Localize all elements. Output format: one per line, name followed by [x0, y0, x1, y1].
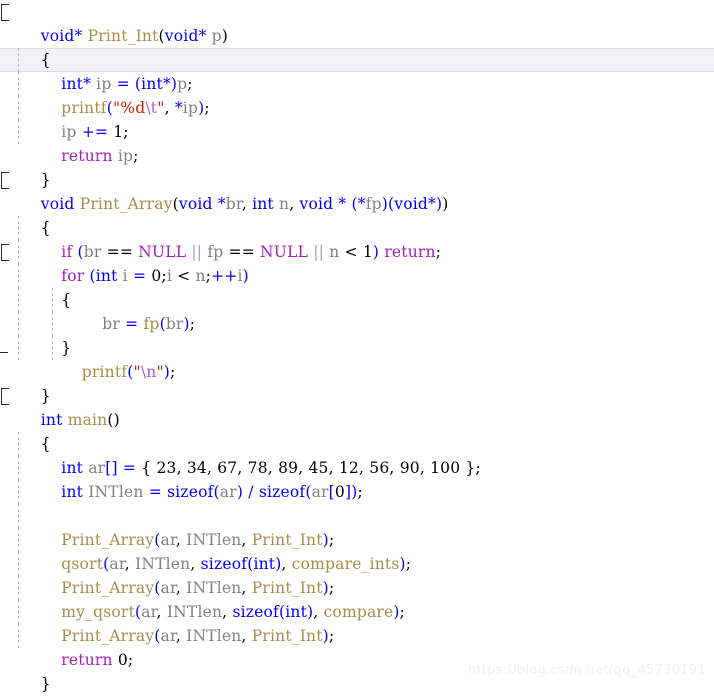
indent-guide: [18, 288, 19, 312]
indent-guide: [18, 216, 19, 240]
code-line[interactable]: {: [0, 24, 714, 69]
watermark-text: https://blog.csdn.net/qq_45730191: [467, 663, 706, 678]
code-line[interactable]: qsort(ar, INTlen, sizeof(int), compare_i…: [0, 528, 714, 573]
fold-marker-icon[interactable]: [0, 340, 9, 356]
code-line[interactable]: int main(): [0, 384, 714, 429]
fold-marker-icon[interactable]: [0, 172, 9, 189]
indent-guide: [18, 96, 19, 120]
indent-guide: [18, 456, 19, 480]
code-line[interactable]: ip += 1;: [0, 96, 714, 141]
code-line[interactable]: my_qsort(ar, INTlen, sizeof(int), compar…: [0, 576, 714, 621]
indent-guide: [52, 288, 53, 312]
indent-guide: [18, 528, 19, 552]
indent-guide: [18, 504, 19, 528]
code-line[interactable]: int INTlen = sizeof(ar) / sizeof(ar[0]);: [0, 456, 714, 501]
code-line[interactable]: {: [0, 408, 714, 453]
code-line[interactable]: {: [0, 192, 714, 237]
code-editor[interactable]: void* Print_Int(void* p) { int* ip = (in…: [0, 0, 714, 696]
indent-guide: [18, 624, 19, 648]
indent-guide: [52, 336, 53, 360]
code-line[interactable]: int* ip = (int*)p;: [0, 48, 714, 93]
code-line[interactable]: int ar[] = { 23, 34, 67, 78, 89, 45, 12,…: [0, 432, 714, 477]
code-line[interactable]: Print_Array(ar, INTlen, Print_Int);: [0, 552, 714, 597]
code-line[interactable]: if (br == NULL || fp == NULL || n < 1) r…: [0, 216, 714, 261]
indent-guide: [18, 120, 19, 144]
indent-guide: [18, 600, 19, 624]
fold-marker-icon[interactable]: [0, 244, 9, 261]
indent-guide: [18, 432, 19, 456]
fold-marker-icon[interactable]: [0, 388, 9, 405]
code-line[interactable]: }: [0, 360, 714, 405]
code-line[interactable]: for (int i = 0;i < n;++i): [0, 240, 714, 285]
indent-guide: [52, 312, 53, 336]
code-line[interactable]: printf("\n");: [0, 336, 714, 381]
code-line[interactable]: Print_Array(ar, INTlen, Print_Int);: [0, 600, 714, 645]
code-line[interactable]: }: [0, 312, 714, 357]
fold-marker-icon[interactable]: [0, 4, 9, 21]
code-line[interactable]: }: [0, 144, 714, 189]
code-line[interactable]: {: [0, 264, 714, 309]
indent-guide: [18, 72, 19, 96]
indent-guide: [18, 552, 19, 576]
indent-guide: [18, 48, 19, 72]
indent-guide: [18, 312, 19, 336]
code-line[interactable]: return ip;: [0, 120, 714, 165]
indent-guide: [18, 240, 19, 264]
code-line[interactable]: void* Print_Int(void* p): [0, 0, 714, 45]
code-line[interactable]: [0, 480, 714, 504]
code-line[interactable]: void Print_Array(void *br, int n, void *…: [0, 168, 714, 213]
indent-guide: [18, 480, 19, 504]
code-line[interactable]: printf("%d\t", *ip);: [0, 72, 714, 117]
code-line[interactable]: Print_Array(ar, INTlen, Print_Int);: [0, 504, 714, 549]
indent-guide: [18, 264, 19, 288]
code-line[interactable]: return 0;: [0, 624, 714, 669]
indent-guide: [18, 336, 19, 360]
code-line[interactable]: br = fp(br);: [0, 288, 714, 333]
indent-guide: [18, 576, 19, 600]
code-content[interactable]: void* Print_Int(void* p) { int* ip = (in…: [0, 0, 714, 693]
